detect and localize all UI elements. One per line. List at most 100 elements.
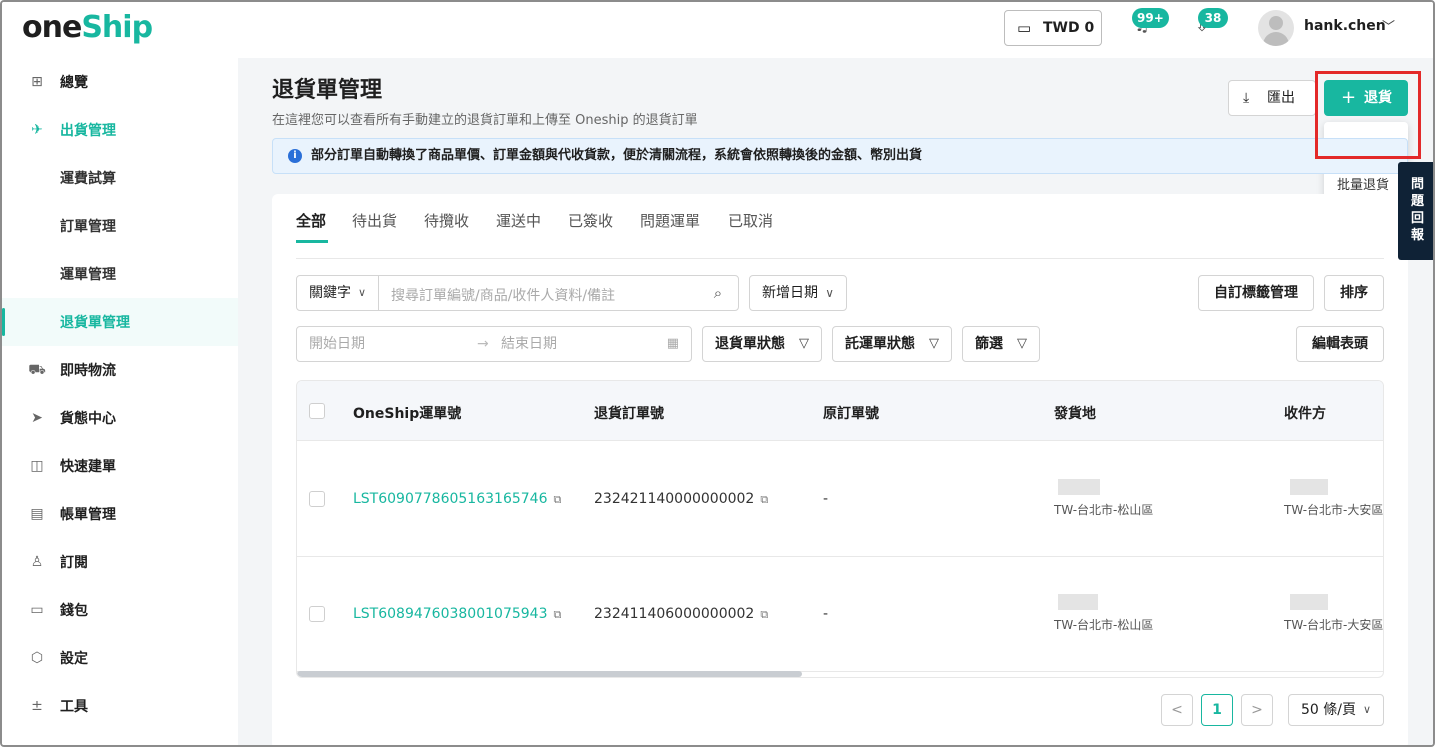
prev-page-button[interactable]: < — [1161, 694, 1193, 726]
redacted-name — [1058, 594, 1098, 610]
dropdown-item-bulk-return[interactable]: 批量退貨 — [1337, 174, 1389, 193]
wallet-balance-button[interactable]: ▭ TWD 0 — [1004, 10, 1102, 46]
sidebar-item-quick-create[interactable]: ◫ 快速建單 — [2, 442, 238, 490]
header-tracking[interactable]: OneShip運單號 — [353, 403, 461, 423]
sidebar-item-subscription[interactable]: ♙ 訂閱 — [2, 538, 238, 586]
download-icon: ⤓ — [1243, 90, 1250, 106]
select-all-checkbox[interactable] — [309, 403, 325, 419]
copy-icon[interactable]: ⧉ — [553, 493, 561, 506]
feedback-tab[interactable]: 問 題 回 報 — [1398, 162, 1433, 260]
return-order-no: 232421140000000002 ⧉ — [594, 491, 769, 507]
edit-columns-button[interactable]: 編輯表頭 — [1296, 326, 1384, 362]
tab-in-transit[interactable]: 運送中 — [496, 210, 541, 231]
top-bar: oneShip ▭ TWD 0 ♫ 99+ ⇩ 38 hank.chen ﹀ — [2, 2, 1433, 58]
filter-icon: ▽ — [799, 336, 809, 351]
original-order-no: - — [823, 606, 829, 622]
tracking-link[interactable]: LST6090778605163165746 ⧉ — [353, 491, 561, 507]
settings-icon: ⬡ — [30, 650, 44, 666]
page-size-select[interactable]: 50 條/頁 ∨ — [1288, 694, 1384, 726]
origin-location: TW-台北市-松山區 — [1054, 618, 1154, 632]
user-icon: ♙ — [30, 554, 44, 570]
sort-button[interactable]: 排序 — [1324, 275, 1384, 311]
username[interactable]: hank.chen — [1304, 18, 1386, 34]
page-title: 退貨單管理 — [272, 78, 383, 103]
sidebar-item-overview[interactable]: ⊞ 總覽 — [2, 58, 238, 106]
sidebar-item-tracking[interactable]: ➤ 貨態中心 — [2, 394, 238, 442]
filter-button[interactable]: 篩選 ▽ — [962, 326, 1040, 362]
wallet-icon: ▭ — [30, 602, 44, 618]
active-tab-underline — [296, 240, 328, 243]
sidebar-item-tools[interactable]: ± 工具 — [2, 682, 238, 730]
redacted-name — [1290, 594, 1328, 610]
info-icon: i — [288, 149, 302, 163]
table-row: LST6090778605163165746 ⧉ 2324211400000000… — [297, 442, 1383, 557]
sidebar-item-shipping[interactable]: ✈ 出貨管理 — [2, 106, 238, 154]
next-page-button[interactable]: > — [1241, 694, 1273, 726]
copy-icon[interactable]: ⧉ — [553, 608, 561, 621]
tools-icon: ± — [31, 698, 43, 714]
sidebar-item-orders[interactable]: 訂單管理 — [2, 202, 238, 250]
plus-icon: + — [1341, 87, 1357, 108]
tab-pending-shipment[interactable]: 待出貨 — [352, 210, 397, 231]
date-type-select[interactable]: 新增日期 ∨ — [749, 275, 847, 311]
redacted-name — [1058, 479, 1100, 495]
header-recipient[interactable]: 收件方 — [1284, 403, 1326, 423]
header-return-no[interactable]: 退貨訂單號 — [594, 403, 664, 423]
sidebar: ⊞ 總覽 ✈ 出貨管理 運費試算 訂單管理 運單管理 退貨單管理 ⛟ 即時物流 … — [2, 58, 238, 745]
returns-card: 全部 待出貨 待攬收 運送中 已簽收 問題運單 已取消 關鍵字 ∨ 搜尋訂單編號… — [272, 194, 1408, 745]
add-return-button[interactable]: + 退貨 — [1324, 80, 1408, 116]
page-subtitle: 在這裡您可以查看所有手動建立的退貨訂單和上傳至 Oneship 的退貨訂單 — [272, 113, 698, 128]
header-orig-no[interactable]: 原訂單號 — [823, 403, 879, 423]
tab-cancelled[interactable]: 已取消 — [728, 210, 773, 231]
sidebar-item-billing[interactable]: ▤ 帳單管理 — [2, 490, 238, 538]
search-input[interactable]: 搜尋訂單編號/商品/收件人資料/備註 — [391, 285, 615, 305]
chevron-down-icon: ∨ — [825, 286, 834, 300]
recipient-location: TW-台北市-大安區 — [1284, 618, 1384, 632]
chevron-down-icon[interactable]: ﹀ — [1382, 16, 1395, 35]
search-icon[interactable]: ⌕ — [708, 283, 728, 303]
tab-problem[interactable]: 問題運單 — [640, 210, 700, 231]
grid-icon: ⊞ — [31, 74, 43, 90]
main-content: 退貨單管理 在這裡您可以查看所有手動建立的退貨訂單和上傳至 Oneship 的退… — [238, 58, 1433, 745]
date-range-picker[interactable]: 開始日期 → 結束日期 ▦ — [296, 326, 692, 362]
sidebar-item-realtime-logistics[interactable]: ⛟ 即時物流 — [2, 346, 238, 394]
chevron-down-icon: ∨ — [357, 286, 366, 299]
copy-icon[interactable]: ⧉ — [760, 608, 768, 621]
tabs-divider — [296, 258, 1384, 259]
page-1-button[interactable]: 1 — [1201, 694, 1233, 726]
sidebar-item-returns[interactable]: 退貨單管理 — [2, 298, 238, 346]
row-checkbox[interactable] — [309, 491, 325, 507]
return-order-no: 232411406000000002 ⧉ — [594, 606, 769, 622]
custom-tag-button[interactable]: 自訂標籤管理 — [1198, 275, 1314, 311]
active-indicator — [2, 308, 5, 336]
shipment-status-filter[interactable]: 託運單狀態 ▽ — [832, 326, 952, 362]
origin-location: TW-台北市-松山區 — [1054, 503, 1154, 517]
wallet-icon: ▭ — [1017, 19, 1032, 37]
sidebar-item-wallet[interactable]: ▭ 錢包 — [2, 586, 238, 634]
bag-icon: ◫ — [30, 458, 44, 474]
horizontal-scrollbar[interactable] — [297, 671, 802, 677]
table-row: LST6089476038001075943 ⧉ 2324114060000000… — [297, 557, 1384, 672]
avatar[interactable] — [1258, 10, 1294, 46]
truck-icon: ✈ — [31, 122, 43, 138]
sidebar-item-freight-calc[interactable]: 運費試算 — [2, 154, 238, 202]
header-origin[interactable]: 發貨地 — [1054, 403, 1096, 423]
chevron-down-icon: ∨ — [1362, 703, 1371, 716]
copy-icon[interactable]: ⧉ — [760, 493, 768, 506]
tab-pending-pickup[interactable]: 待攬收 — [424, 210, 469, 231]
tab-delivered[interactable]: 已簽收 — [568, 210, 613, 231]
end-date-input[interactable]: 結束日期 — [501, 327, 557, 361]
keyword-type-select[interactable]: 關鍵字 ∨ — [297, 276, 379, 310]
oneship-logo[interactable]: oneShip — [22, 10, 153, 46]
tracking-link[interactable]: LST6089476038001075943 ⧉ — [353, 606, 561, 622]
sidebar-item-waybills[interactable]: 運單管理 — [2, 250, 238, 298]
sidebar-item-settings[interactable]: ⬡ 設定 — [2, 634, 238, 682]
tab-all[interactable]: 全部 — [296, 210, 326, 231]
returns-table: OneShip運單號 退貨訂單號 原訂單號 發貨地 收件方 LST6090778… — [296, 380, 1384, 678]
filter-icon: ▽ — [929, 336, 939, 351]
row-checkbox[interactable] — [309, 606, 325, 622]
return-status-filter[interactable]: 退貨單狀態 ▽ — [702, 326, 822, 362]
start-date-input[interactable]: 開始日期 — [309, 327, 365, 361]
export-button[interactable]: ⤓ 匯出 — [1228, 80, 1316, 116]
doc-icon: ▤ — [30, 506, 44, 522]
